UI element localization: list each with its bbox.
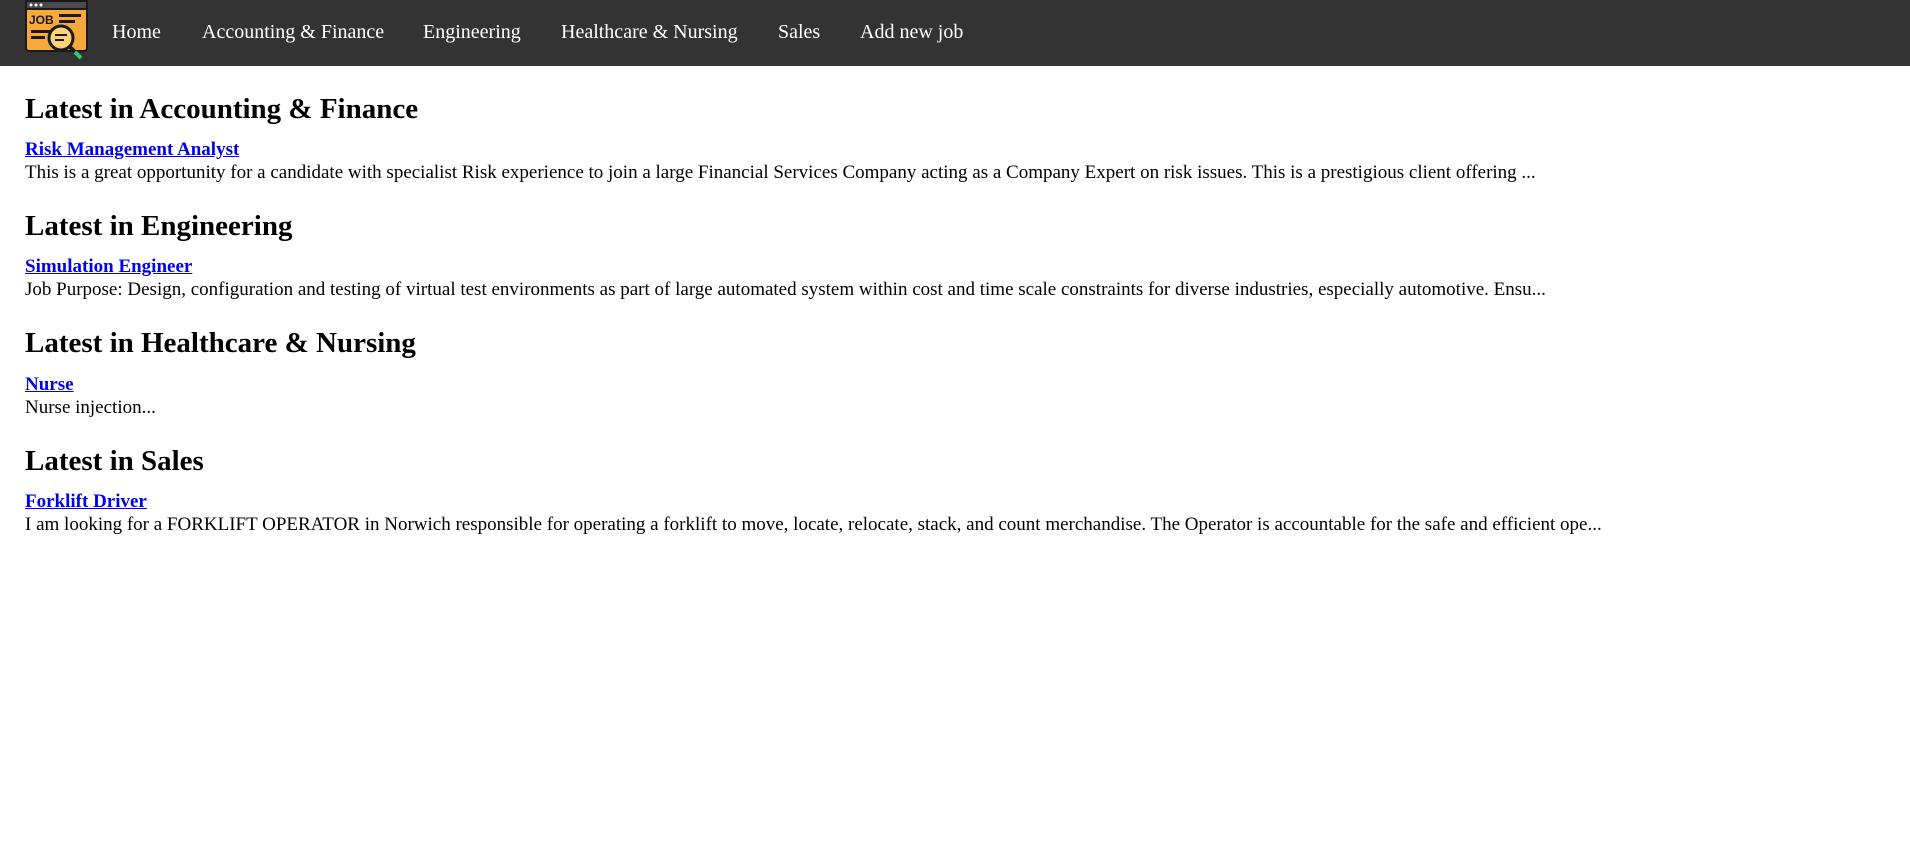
job-link-simulation-engineer[interactable]: Simulation Engineer — [25, 256, 192, 278]
section-heading-healthcare-nursing: Latest in Healthcare & Nursing — [25, 327, 416, 359]
nav-healthcare-nursing[interactable]: Healthcare & Nursing — [561, 20, 738, 44]
job-link-nurse[interactable]: Nurse — [25, 374, 74, 396]
section-heading-engineering: Latest in Engineering — [25, 210, 293, 242]
section-heading-sales: Latest in Sales — [25, 445, 204, 477]
nav-sales[interactable]: Sales — [778, 20, 820, 44]
job-description: Job Purpose: Design, configuration and t… — [25, 279, 1546, 300]
nav-engineering[interactable]: Engineering — [423, 20, 521, 44]
nav-home[interactable]: Home — [112, 20, 161, 44]
job-description: Nurse injection... — [25, 397, 156, 418]
svg-text:JOB: JOB — [29, 13, 54, 27]
section-heading-accounting-finance: Latest in Accounting & Finance — [25, 93, 419, 125]
job-description: I am looking for a FORKLIFT OPERATOR in … — [25, 514, 1602, 535]
job-link-forklift-driver[interactable]: Forklift Driver — [25, 491, 147, 513]
top-navigation-bar: JOB Home Accounting & Finance Engineerin… — [0, 0, 1910, 66]
job-search-logo-icon[interactable]: JOB — [25, 0, 88, 62]
nav-accounting-finance[interactable]: Accounting & Finance — [202, 20, 384, 44]
job-link-risk-management-analyst[interactable]: Risk Management Analyst — [25, 139, 239, 161]
nav-add-new-job[interactable]: Add new job — [860, 20, 963, 44]
job-description: This is a great opportunity for a candid… — [25, 162, 1536, 183]
